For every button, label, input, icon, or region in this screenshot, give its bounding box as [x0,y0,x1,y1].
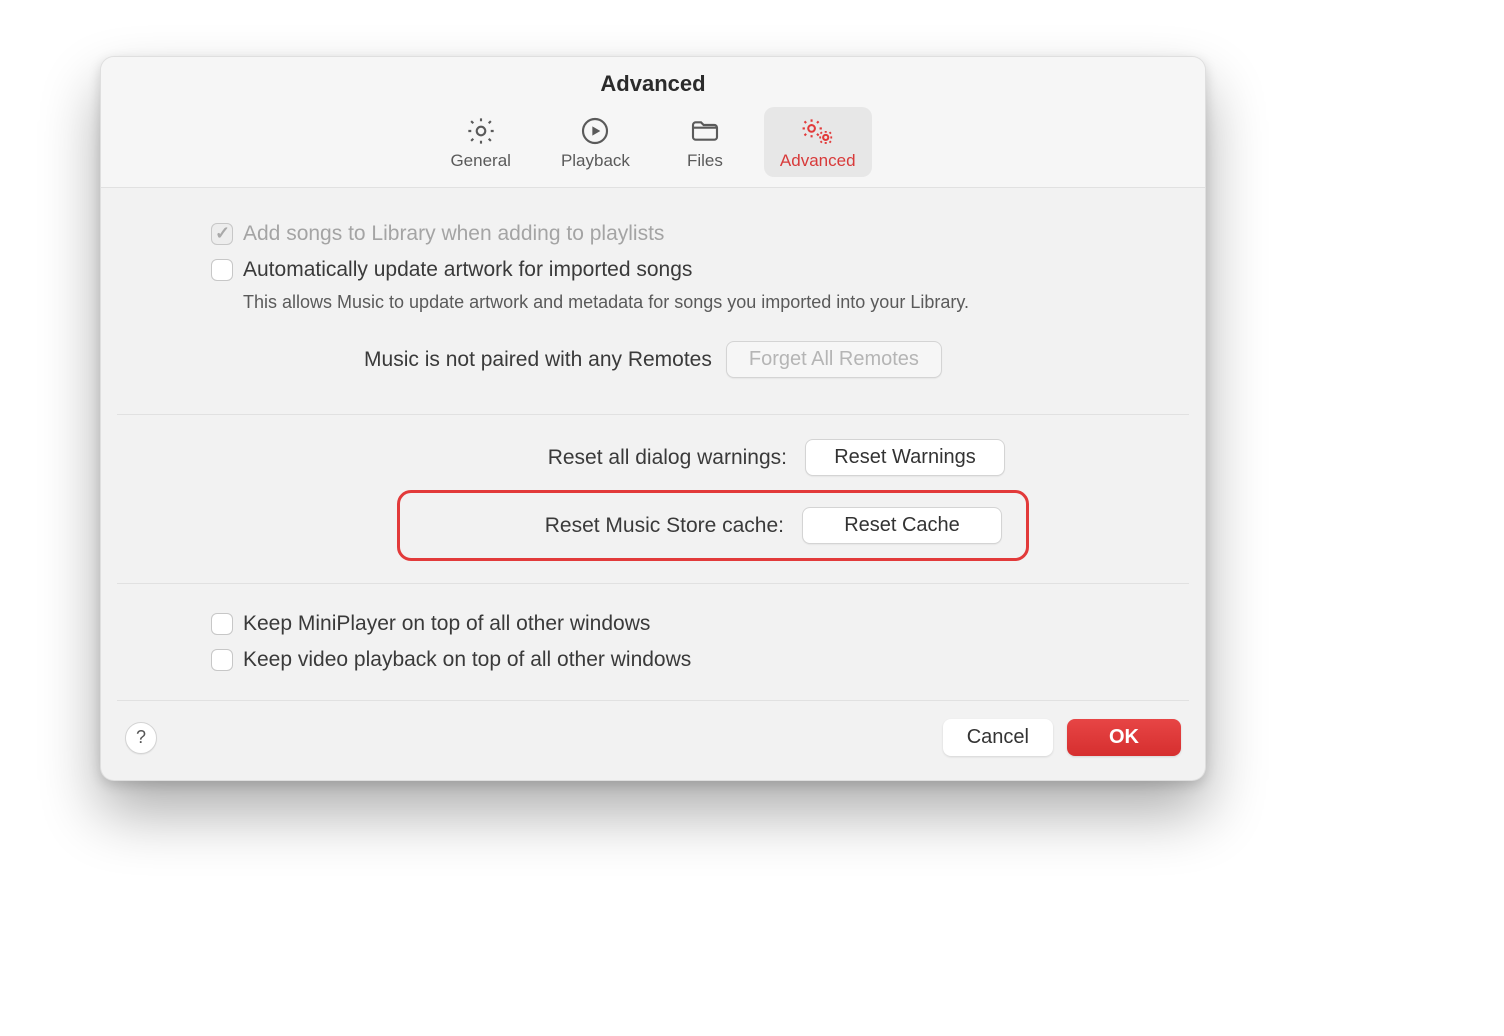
keep-video-checkbox[interactable] [211,649,233,671]
folder-icon [687,113,723,149]
tab-label: Advanced [780,151,856,171]
keep-miniplayer-label: Keep MiniPlayer on top of all other wind… [243,610,650,638]
checkmark-icon: ✓ [215,223,230,244]
add-to-library-checkbox: ✓ [211,223,233,245]
tab-bar: General Playback Files [101,103,1205,188]
help-button[interactable]: ? [125,722,157,754]
ok-button[interactable]: OK [1067,719,1181,756]
auto-artwork-label: Automatically update artwork for importe… [243,256,692,284]
keep-miniplayer-checkbox[interactable] [211,613,233,635]
tab-label: Playback [561,151,630,171]
tab-advanced[interactable]: Advanced [764,107,872,177]
tab-files[interactable]: Files [664,107,746,177]
tab-general[interactable]: General [434,107,526,177]
keep-video-label: Keep video playback on top of all other … [243,646,691,674]
tab-playback[interactable]: Playback [545,107,646,177]
reset-warnings-button[interactable]: Reset Warnings [805,439,1005,476]
cancel-button[interactable]: Cancel [943,719,1053,756]
add-to-library-label: Add songs to Library when adding to play… [243,220,664,248]
remote-status-text: Music is not paired with any Remotes [364,348,712,372]
reset-cache-label: Reset Music Store cache: [545,514,784,538]
reset-cache-highlight: Reset Music Store cache: Reset Cache [397,490,1029,561]
preferences-window: Advanced General Playback [100,56,1206,781]
play-circle-icon [577,113,613,149]
tab-label: General [450,151,510,171]
content-area: ✓ Add songs to Library when adding to pl… [101,188,1205,780]
tab-label: Files [687,151,723,171]
double-gear-icon [800,113,836,149]
reset-cache-button[interactable]: Reset Cache [802,507,1002,544]
reset-warnings-label: Reset all dialog warnings: [548,446,787,470]
forget-remotes-button: Forget All Remotes [726,341,942,378]
window-title: Advanced [101,57,1205,103]
gear-icon [463,113,499,149]
auto-artwork-checkbox[interactable] [211,259,233,281]
auto-artwork-helper: This allows Music to update artwork and … [243,292,1095,313]
